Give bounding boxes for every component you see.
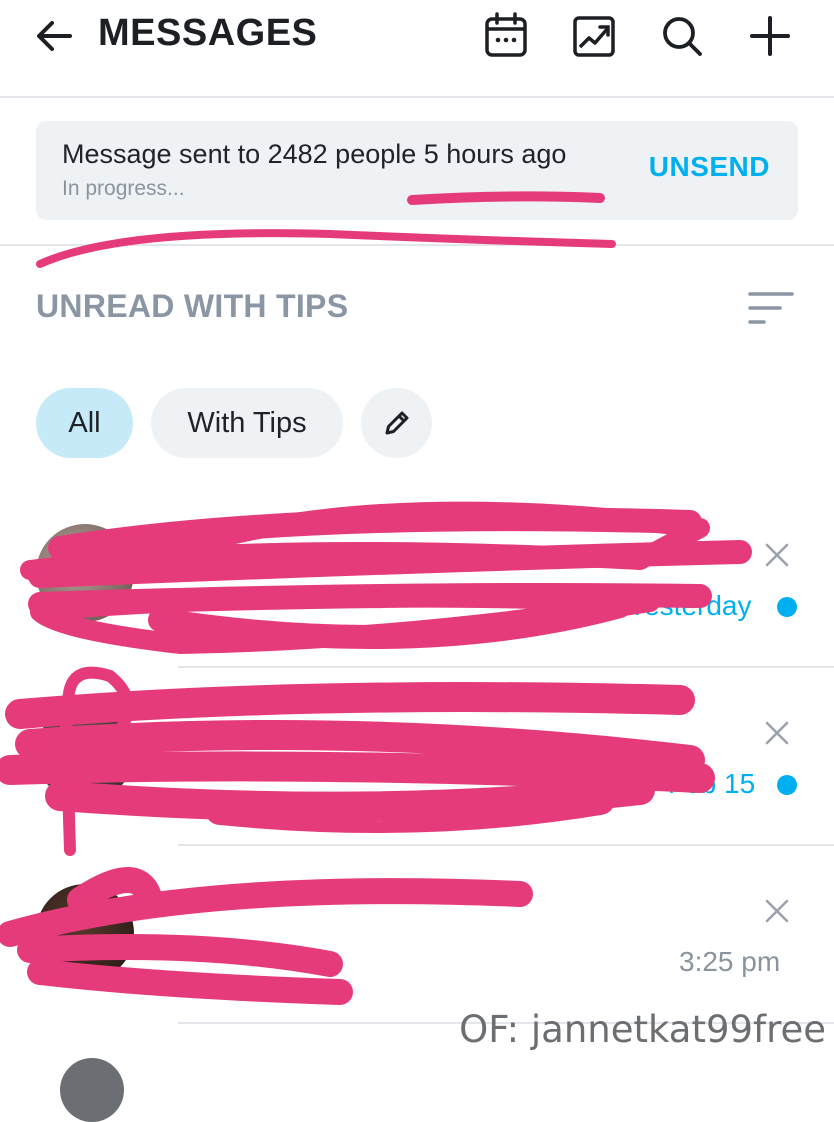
calendar-icon[interactable] (482, 12, 530, 60)
sort-lines-icon[interactable] (744, 284, 796, 332)
chat-row[interactable]: ... Yesterday (0, 490, 834, 668)
banner-message: Message sent to 2482 people 5 hours ago (62, 139, 567, 169)
unread-dot (777, 597, 797, 617)
watermark: OF: jannetkat99free (459, 1008, 826, 1051)
chat-row[interactable]: Feb 15 (0, 668, 834, 846)
banner-status: In progress... (62, 177, 185, 200)
close-icon[interactable] (764, 542, 790, 568)
back-arrow-icon[interactable] (34, 16, 74, 56)
section-divider (0, 244, 834, 246)
close-icon[interactable] (764, 720, 790, 746)
edit-filters-button[interactable] (361, 388, 432, 458)
unsend-button[interactable]: UNSEND (649, 151, 770, 183)
avatar (36, 884, 134, 982)
filter-chip-all[interactable]: All (36, 388, 133, 458)
chat-time: 3:25 pm (679, 946, 781, 977)
plus-icon[interactable] (746, 12, 794, 60)
unread-dot (777, 775, 797, 795)
avatar (36, 524, 134, 622)
close-icon[interactable] (764, 898, 790, 924)
mass-message-banner: Message sent to 2482 people 5 hours ago … (36, 121, 798, 220)
search-icon[interactable] (658, 12, 706, 60)
image-chart-icon[interactable] (570, 12, 618, 60)
chat-time: Feb 15 (668, 768, 756, 799)
avatar (60, 1058, 124, 1122)
chat-name-fragment: ... (640, 536, 664, 567)
filter-chip-with-tips[interactable]: With Tips (151, 388, 343, 458)
chat-row[interactable]: 3:25 pm (0, 846, 834, 1024)
avatar (36, 704, 134, 802)
chat-time: Yesterday (628, 590, 752, 621)
header-divider (0, 96, 834, 98)
pencil-icon (385, 411, 408, 435)
page-title: MESSAGES (98, 12, 318, 54)
section-title: UNREAD WITH TIPS (36, 288, 349, 324)
